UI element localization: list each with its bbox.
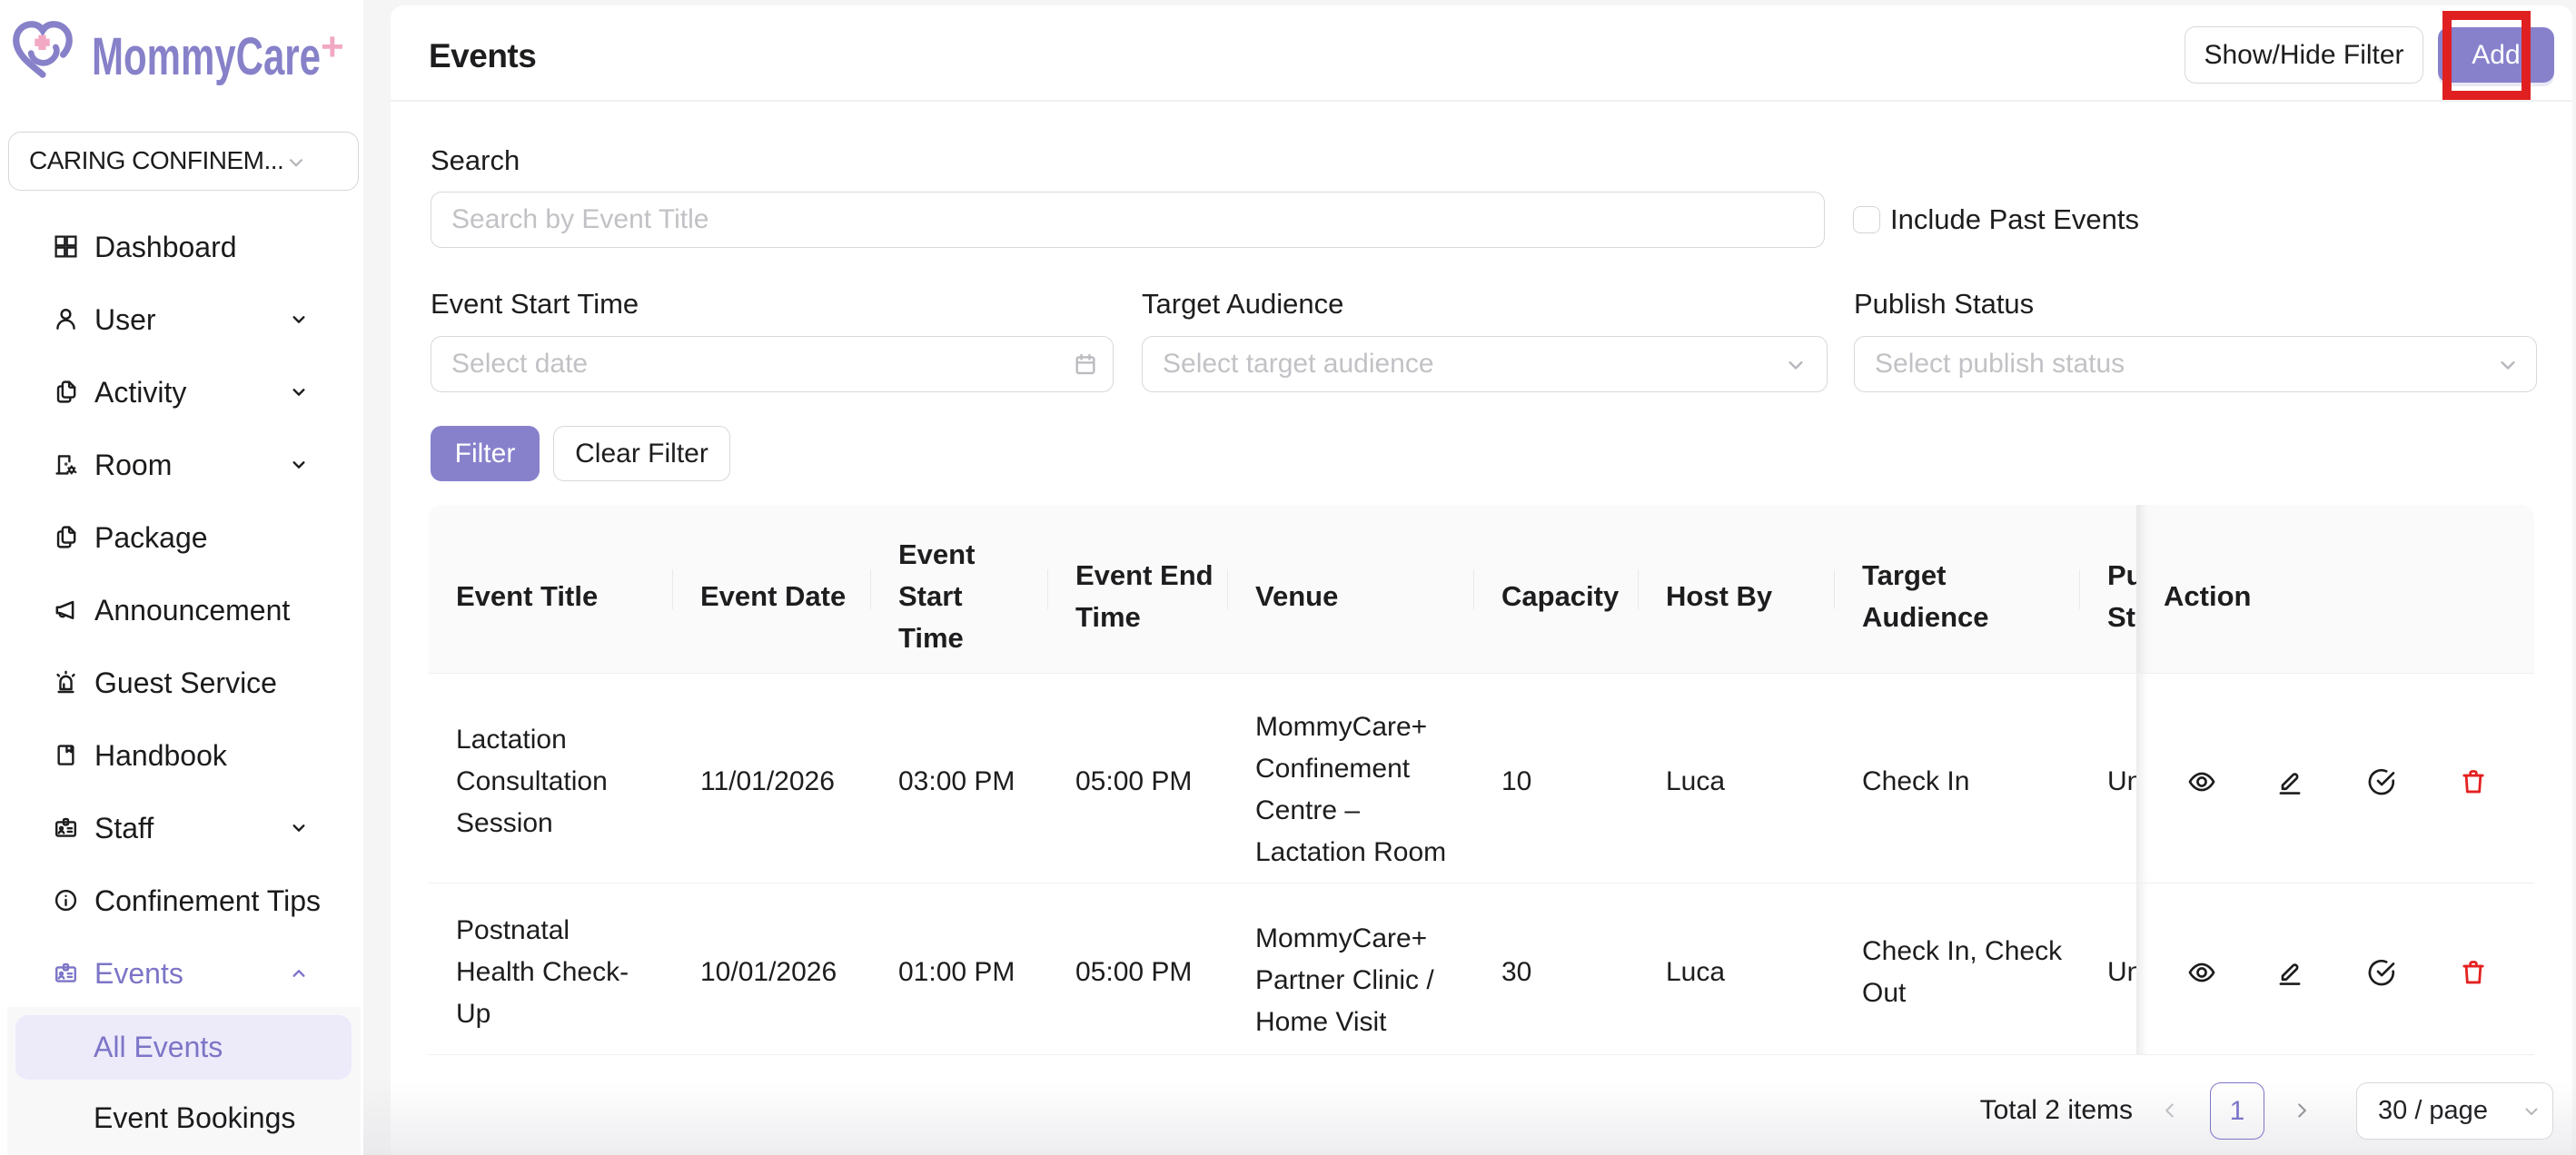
svg-text:MommyCare: MommyCare <box>92 27 321 86</box>
svg-text:+: + <box>321 25 344 69</box>
